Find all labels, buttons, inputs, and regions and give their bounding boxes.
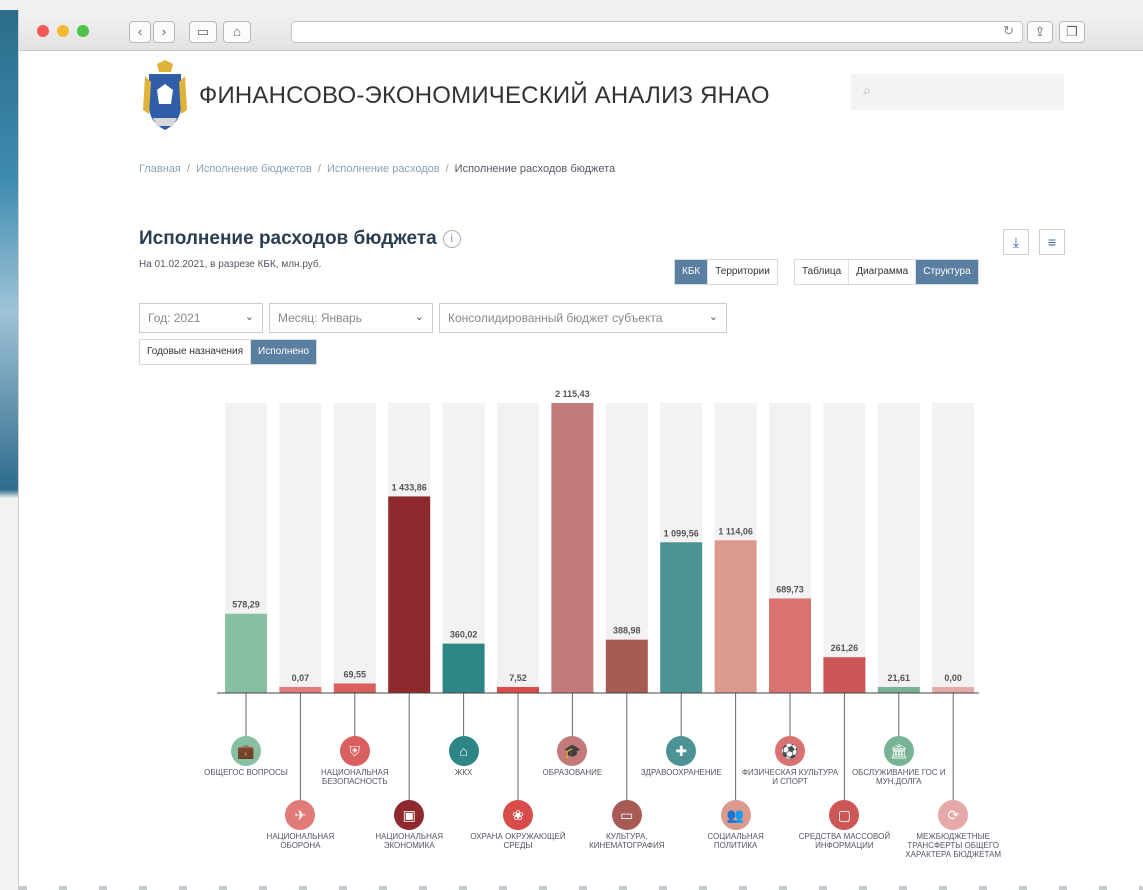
bar[interactable] xyxy=(823,657,866,693)
category-label: НАЦИОНАЛЬНАЯ ЭКОНОМИКА xyxy=(375,832,444,850)
category-label: ФИЗИЧЕСКАЯ КУЛЬТУРА И СПОРТ xyxy=(741,768,839,786)
category-label: ОБЩЕГОС ВОПРОСЫ xyxy=(204,768,288,777)
category-label: ЗДРАВООХРАНЕНИЕ xyxy=(640,768,722,777)
bar-background xyxy=(877,403,920,693)
bar-value-label: 0,07 xyxy=(292,673,310,683)
bottom-divider xyxy=(19,886,1143,890)
bar[interactable] xyxy=(442,643,485,693)
bar-value-label: 21,61 xyxy=(888,673,911,683)
bar-background xyxy=(333,403,376,693)
bar-value-label: 578,29 xyxy=(232,600,260,610)
bar[interactable] xyxy=(769,598,811,693)
category-label: НАЦИОНАЛЬНАЯ БЕЗОПАСНОСТЬ xyxy=(320,768,389,786)
category-icon[interactable]: ⌂ xyxy=(448,736,479,766)
bar-value-label: 1 114,06 xyxy=(718,526,753,536)
category-icon[interactable]: ⚽ xyxy=(775,736,805,766)
bar-value-label: 689,73 xyxy=(776,584,804,594)
bar[interactable] xyxy=(660,542,703,693)
bar[interactable] xyxy=(877,687,920,693)
category-label: ЖКХ xyxy=(454,768,473,777)
category-icon[interactable]: ⛨ xyxy=(339,736,370,766)
bar-value-label: 360,02 xyxy=(450,630,478,640)
desktop-background xyxy=(0,0,18,890)
category-label: НАЦИОНАЛЬНАЯ ОБОРОНА xyxy=(266,832,335,850)
bar[interactable] xyxy=(932,687,975,693)
bar[interactable] xyxy=(714,540,757,693)
bar-background xyxy=(279,403,322,693)
bar-value-label: 7,52 xyxy=(509,673,527,683)
bar-background xyxy=(932,403,975,693)
bar-value-label: 69,55 xyxy=(344,669,367,679)
bar[interactable] xyxy=(605,639,648,693)
category-icon[interactable]: 👥 xyxy=(720,800,751,830)
category-icon[interactable]: ▣ xyxy=(394,800,425,830)
category-icon[interactable]: ▭ xyxy=(611,800,642,830)
bar-value-label: 1 433,86 xyxy=(392,482,427,492)
bar-value-label: 2 115,43 xyxy=(555,389,590,399)
bar[interactable] xyxy=(333,683,376,693)
category-icon[interactable]: 💼 xyxy=(231,736,261,766)
category-label: СОЦИАЛЬНАЯ ПОЛИТИКА xyxy=(707,832,764,850)
category-icon[interactable]: 🏛 xyxy=(883,736,914,766)
category-label: ОБРАЗОВАНИЕ xyxy=(542,768,603,777)
bar[interactable] xyxy=(497,687,539,693)
bar-value-label: 388,98 xyxy=(613,626,641,636)
category-label: КУЛЬТУРА, КИНЕМАТОГРАФИЯ xyxy=(589,832,665,850)
bar[interactable] xyxy=(551,403,594,693)
bar[interactable] xyxy=(225,613,267,693)
category-label: ОХРАНА ОКРУЖАЮЩЕЙ СРЕДЫ xyxy=(470,832,566,850)
bar-value-label: 1 099,56 xyxy=(664,528,699,538)
bar-background xyxy=(497,403,539,693)
bar[interactable] xyxy=(279,687,322,693)
category-icon[interactable]: ❀ xyxy=(503,800,533,830)
category-label: МЕЖБЮДЖЕТНЫЕ ТРАНСФЕРТЫ ОБЩЕГО ХАРАКТЕРА… xyxy=(905,832,1002,859)
category-label: СРЕДСТВА МАССОВОЙ ИНФОРМАЦИИ xyxy=(798,832,891,850)
category-icon[interactable]: ⟳ xyxy=(938,800,969,830)
browser-window: ‹ › ▭ ⌂ ↻ ⇪ ❐ ФИНАНСОВО-ЭКОНОМИЧЕСКИЙ АН… xyxy=(18,10,1143,890)
desktop-top-strip xyxy=(0,0,1143,10)
bar-value-label: 261,26 xyxy=(831,643,859,653)
category-label: ОБСЛУЖИВАНИЕ ГОС И МУН.ДОЛГА xyxy=(851,768,946,786)
bar[interactable] xyxy=(388,496,431,693)
bar-value-label: 0,00 xyxy=(944,673,962,683)
category-icon[interactable]: ✚ xyxy=(666,736,697,766)
